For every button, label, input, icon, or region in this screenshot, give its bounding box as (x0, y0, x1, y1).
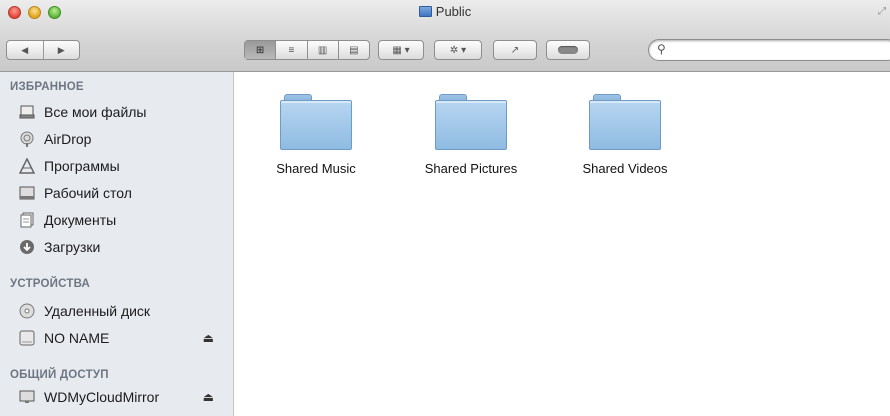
sidebar-item-applications[interactable]: Программы (18, 155, 230, 177)
drive-icon (18, 330, 36, 346)
eject-icon[interactable]: ⏏ (203, 390, 214, 404)
devices-header: УСТРОЙСТВА (10, 278, 91, 290)
documents-icon (18, 212, 36, 228)
coverflow-view-button[interactable]: ▤ (337, 41, 369, 59)
search-icon: ⚲ (657, 42, 666, 56)
title-toolbar: Public ⤢ ◀ ▶ ⊞ ≡ ▥ ▤ ▦ ▾ ✲ ▾ ↗ ⚲ (0, 0, 890, 72)
folder-label: Shared Music (276, 161, 356, 176)
search-field[interactable]: ⚲ (648, 39, 890, 61)
sidebar-item-label: AirDrop (44, 131, 92, 147)
applications-icon (18, 158, 36, 174)
back-button[interactable]: ◀ (7, 45, 43, 56)
sidebar-item-label: Все мои файлы (44, 104, 147, 120)
sidebar: ИЗБРАННОЕ Все мои файлы AirDrop Программ… (0, 72, 234, 416)
window-title: Public (0, 3, 890, 21)
list-view-button[interactable]: ≡ (275, 41, 306, 59)
sidebar-item-label: Рабочий стол (44, 185, 132, 201)
folder-label: Shared Videos (582, 161, 668, 176)
forward-button[interactable]: ▶ (44, 45, 80, 56)
sidebar-item-label: Программы (44, 158, 120, 174)
folder-icon (435, 92, 507, 150)
icon-view-button[interactable]: ⊞ (245, 41, 276, 59)
back-forward-control: ◀ ▶ (6, 40, 80, 60)
network-display-icon (18, 389, 36, 405)
sidebar-item-downloads[interactable]: Загрузки (18, 236, 230, 258)
favorites-header: ИЗБРАННОЕ (10, 81, 84, 93)
airdrop-icon (18, 131, 36, 147)
search-input[interactable] (673, 42, 877, 60)
finder-window: Public ⤢ ◀ ▶ ⊞ ≡ ▥ ▤ ▦ ▾ ✲ ▾ ↗ ⚲ ИЗБРАНН… (0, 0, 890, 416)
desktop-icon (18, 185, 36, 201)
fullscreen-icon[interactable]: ⤢ (878, 6, 886, 17)
folder-item[interactable]: Shared Videos (560, 92, 690, 176)
sidebar-item-remote-disc[interactable]: Удаленный диск (18, 300, 230, 322)
sidebar-item-label: NO NAME (44, 330, 110, 346)
downloads-icon (18, 239, 36, 255)
public-folder-icon (418, 6, 432, 17)
folder-item[interactable]: Shared Music (251, 92, 381, 176)
toggle-toolbar-button[interactable] (546, 40, 590, 60)
share-button[interactable]: ↗ (493, 40, 537, 60)
shared-header: ОБЩИЙ ДОСТУП (10, 369, 109, 381)
sidebar-item-label: Документы (44, 212, 117, 228)
column-view-button[interactable]: ▥ (306, 41, 338, 59)
view-mode-control: ⊞ ≡ ▥ ▤ (244, 40, 370, 60)
file-browser: Shared Music Shared Pictures Shared Vide… (234, 72, 890, 416)
sidebar-item-label: Удаленный диск (44, 303, 151, 319)
all-files-icon (18, 104, 36, 120)
sidebar-item-airdrop[interactable]: AirDrop (18, 128, 230, 150)
folder-icon (589, 92, 661, 150)
folder-label: Shared Pictures (424, 161, 518, 176)
folder-item[interactable]: Shared Pictures (406, 92, 536, 176)
sidebar-item-documents[interactable]: Документы (18, 209, 230, 231)
arrange-button[interactable]: ▦ ▾ (378, 40, 424, 60)
sidebar-item-all-files[interactable]: Все мои файлы (18, 101, 230, 123)
eject-icon[interactable]: ⏏ (203, 331, 214, 345)
window-title-text: Public (435, 4, 472, 19)
remote-disc-icon (18, 303, 36, 319)
sidebar-item-desktop[interactable]: Рабочий стол (18, 182, 230, 204)
sidebar-item-no-name[interactable]: NO NAME ⏏ (18, 327, 230, 349)
action-gear-button[interactable]: ✲ ▾ (434, 40, 482, 60)
toggle-pill-icon (558, 46, 578, 54)
sidebar-item-wdmycloudmirror[interactable]: WDMyCloudMirror ⏏ (18, 386, 230, 408)
sidebar-item-label: Загрузки (44, 239, 101, 255)
sidebar-item-label: WDMyCloudMirror (44, 389, 160, 405)
folder-icon (280, 92, 352, 150)
